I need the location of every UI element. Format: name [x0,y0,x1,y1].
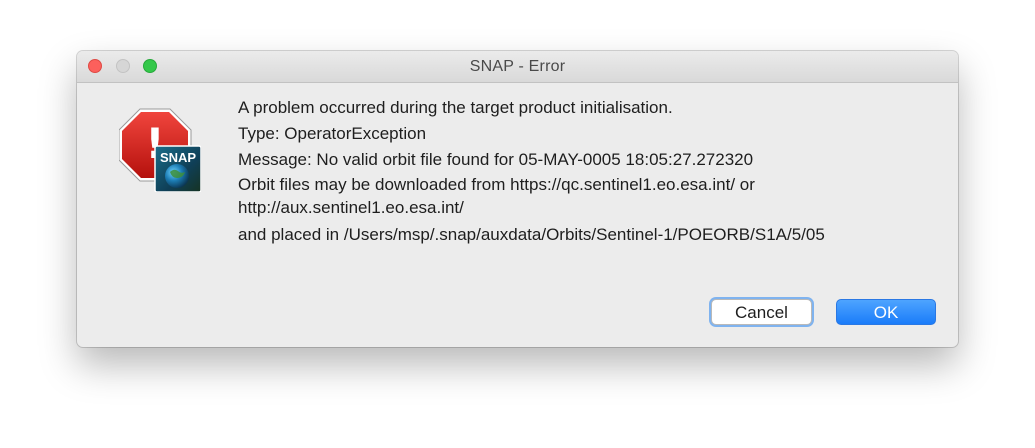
error-message: A problem occurred during the target pro… [238,95,938,248]
window-title: SNAP - Error [469,58,566,75]
error-stop-icon: ! SNAP [118,108,202,193]
error-dialog: SNAP - Error ! SNAP A problem occurred d… [77,51,958,347]
title-bar[interactable]: SNAP - Error [77,51,958,83]
stop-sign-graphic: ! SNAP [118,108,202,193]
message-line-detail: Message: No valid orbit file found for 0… [238,150,754,169]
message-line-download: Orbit files may be downloaded from https… [238,175,755,217]
message-line-location: and placed in /Users/msp/.snap/auxdata/O… [238,225,825,244]
message-line-type: Type: OperatorException [238,124,427,143]
ok-button[interactable]: OK [836,299,936,325]
cancel-button[interactable]: Cancel [711,299,812,325]
message-line-summary: A problem occurred during the target pro… [238,98,673,117]
snap-badge-text: SNAP [160,150,196,165]
